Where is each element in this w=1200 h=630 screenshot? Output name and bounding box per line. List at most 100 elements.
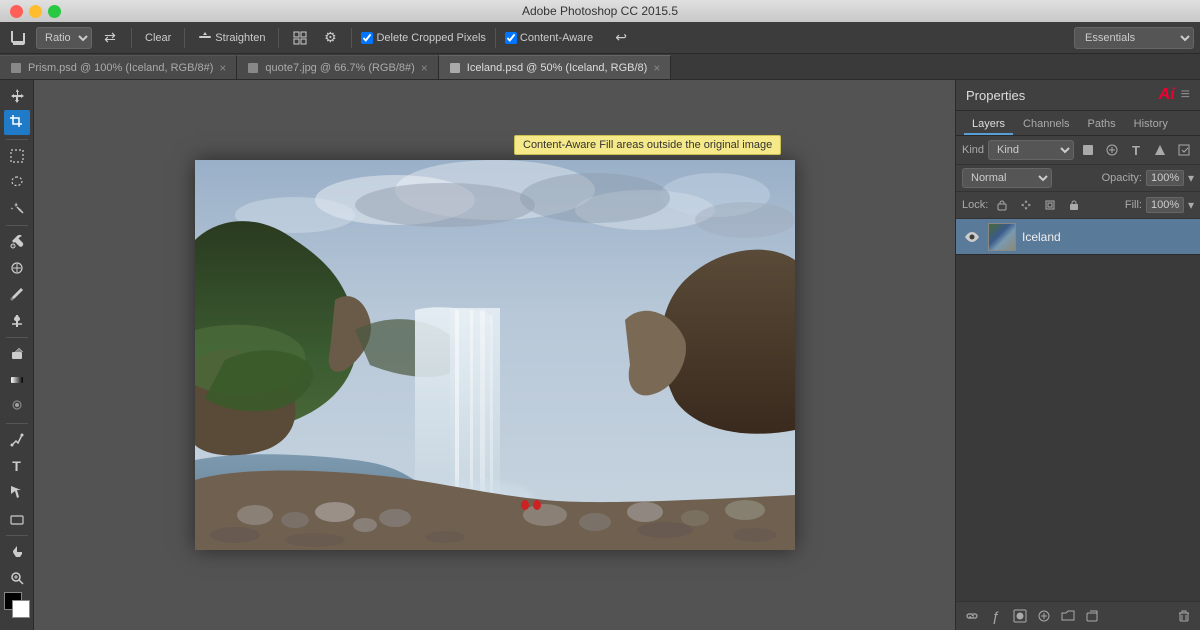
color-swatches [4,592,30,630]
layer-bottom-controls: ƒ [956,601,1200,630]
shape-layer-icon[interactable] [1150,140,1170,160]
lock-label: Lock: [962,199,988,211]
tool-separator4 [6,423,28,424]
healing-brush-tool[interactable] [4,256,30,280]
tab-close-prism[interactable]: × [219,62,226,74]
clear-button[interactable]: Clear [141,30,175,46]
lock-pixel-icon[interactable] [992,195,1012,215]
magic-wand-tool[interactable] [4,196,30,220]
delete-cropped-checkbox[interactable]: Delete Cropped Pixels [361,32,485,44]
content-aware-checkbox[interactable]: Content-Aware [505,32,593,44]
layer-thumbnail [988,223,1016,251]
brush-tool[interactable] [4,282,30,306]
tool-separator5 [6,535,28,536]
panel-tabs: Layers Channels Paths History [956,111,1200,136]
pixel-layer-icon[interactable] [1078,140,1098,160]
right-panel: Properties Ai ≡ Layers Channels Paths Hi… [955,80,1200,630]
lock-all-icon[interactable] [1064,195,1084,215]
crop-tool[interactable] [4,110,30,134]
move-tool[interactable] [4,84,30,108]
layers-list: Iceland [956,219,1200,601]
maximize-button[interactable] [48,5,61,18]
gradient-tool[interactable] [4,368,30,392]
panel-menu-icon[interactable]: ≡ [1181,86,1190,104]
path-selection-tool[interactable] [4,480,30,504]
tool-separator3 [6,337,28,338]
adobe-icon: Ai [1159,86,1175,104]
fill-label: Fill: [1125,199,1142,211]
background-color[interactable] [12,600,30,618]
swap-icon[interactable]: ⇄ [98,26,122,50]
panel-header: Properties Ai ≡ [956,80,1200,111]
rectangular-marquee-tool[interactable] [4,144,30,168]
delete-cropped-input[interactable] [361,32,373,44]
app-title: Adobe Photoshop CC 2015.5 [522,4,678,18]
lock-row: Lock: [956,192,1200,219]
hand-tool[interactable] [4,540,30,564]
undo-button[interactable]: ↩ [609,26,633,50]
fill-arrow[interactable]: ▾ [1188,198,1194,212]
zoom-tool[interactable] [4,566,30,590]
left-toolbox: T [0,80,34,630]
blend-mode-select[interactable]: Normal [962,168,1052,188]
ratio-select[interactable]: Ratio [36,27,92,49]
lock-position-icon[interactable] [1016,195,1036,215]
type-tool[interactable]: T [4,454,30,478]
tab-prism[interactable]: Prism.psd @ 100% (Iceland, RGB/8#) × [0,55,237,79]
type-layer-icon[interactable]: T [1126,140,1146,160]
crop-tool-indicator[interactable] [6,26,30,50]
tab-close-quote[interactable]: × [421,62,428,74]
adjustment-icon[interactable] [1102,140,1122,160]
panel-title: Properties [966,88,1025,103]
tab-channels[interactable]: Channels [1015,115,1077,135]
tab-quote[interactable]: quote7.jpg @ 66.7% (RGB/8#) × [237,55,438,79]
tabs-bar: Prism.psd @ 100% (Iceland, RGB/8#) × quo… [0,54,1200,80]
new-group-icon[interactable] [1058,606,1078,626]
fill-input[interactable] [1146,197,1184,213]
tab-layers[interactable]: Layers [964,115,1013,135]
straighten-button[interactable]: Straighten [194,29,269,47]
lock-artboard-icon[interactable] [1040,195,1060,215]
opacity-label: Opacity: [1102,172,1142,184]
tab-paths[interactable]: Paths [1080,115,1124,135]
content-aware-tooltip: Content-Aware Fill areas outside the ori… [514,135,781,155]
opacity-arrow[interactable]: ▾ [1188,171,1194,185]
delete-layer-icon[interactable] [1174,606,1194,626]
blend-row: Normal Opacity: ▾ [956,165,1200,192]
main-area: T [0,80,1200,630]
window-controls[interactable] [10,5,61,18]
shape-tool[interactable] [4,506,30,530]
separator2 [184,28,185,48]
new-adjustment-icon[interactable] [1034,606,1054,626]
minimize-button[interactable] [29,5,42,18]
separator5 [495,28,496,48]
eraser-tool[interactable] [4,342,30,366]
content-aware-input[interactable] [505,32,517,44]
clone-stamp-tool[interactable] [4,308,30,332]
grid-icon[interactable] [288,26,312,50]
eyedropper-tool[interactable] [4,229,30,253]
blur-tool[interactable] [4,394,30,418]
kind-select[interactable]: Kind [988,140,1074,160]
layer-visibility-icon[interactable] [962,227,982,247]
settings-icon[interactable]: ⚙ [318,26,342,50]
add-mask-icon[interactable] [1010,606,1030,626]
tool-separator2 [6,225,28,226]
essentials-select[interactable]: Essentials [1074,27,1194,49]
lasso-tool[interactable] [4,170,30,194]
opacity-input[interactable] [1146,170,1184,186]
canvas-container[interactable] [195,160,795,550]
close-button[interactable] [10,5,23,18]
layer-name: Iceland [1022,230,1061,244]
new-layer-icon[interactable] [1082,606,1102,626]
layer-item-iceland[interactable]: Iceland [956,219,1200,255]
tab-close-iceland[interactable]: × [653,62,660,74]
tab-history[interactable]: History [1126,115,1176,135]
link-layers-icon[interactable] [962,606,982,626]
smart-object-icon[interactable] [1174,140,1194,160]
add-style-icon[interactable]: ƒ [986,606,1006,626]
layer-thumb-image [989,224,1015,250]
title-bar: Adobe Photoshop CC 2015.5 [0,0,1200,22]
pen-tool[interactable] [4,428,30,452]
tab-iceland[interactable]: Iceland.psd @ 50% (Iceland, RGB/8) × [439,55,672,79]
